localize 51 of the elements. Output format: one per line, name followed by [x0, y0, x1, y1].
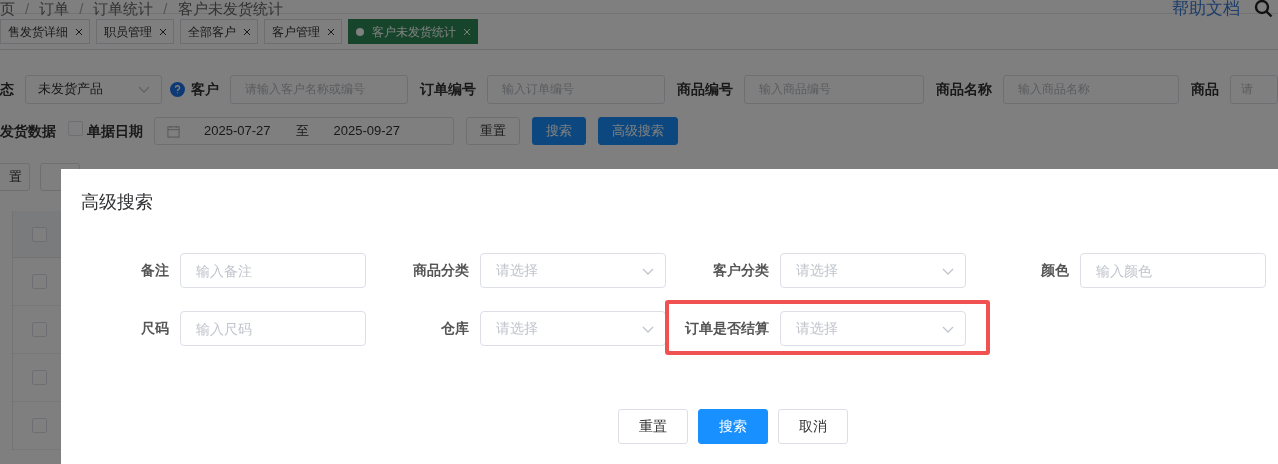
filter-label: 商品名称 — [936, 79, 992, 99]
search-icon[interactable] — [1254, 0, 1274, 19]
checkbox-label: 单据日期 — [87, 121, 143, 141]
field-label: 备注 — [140, 261, 169, 280]
secondary-button[interactable]: 重置 — [618, 409, 688, 444]
close-icon[interactable] — [244, 28, 250, 35]
page-tab[interactable]: 全部客户 — [180, 19, 258, 44]
breadcrumb-separator: / — [79, 0, 84, 19]
close-icon[interactable] — [76, 28, 82, 35]
help-icon[interactable] — [170, 81, 185, 97]
text-field[interactable]: 输入尺码 — [180, 311, 366, 346]
filter-label: 态 — [0, 79, 14, 99]
field-label: 商品分类 — [412, 261, 469, 280]
page-tab[interactable]: 客户未发货统计 — [348, 19, 478, 44]
toolbar-button[interactable]: 置 — [0, 163, 30, 191]
select-field[interactable]: 请选择 — [480, 311, 666, 346]
page-tab[interactable]: 客户管理 — [264, 19, 342, 44]
field-label: 仓库 — [440, 319, 469, 338]
field-label: 客户分类 — [712, 261, 769, 280]
breadcrumb-item[interactable]: 订单统计 — [93, 0, 154, 21]
select-field[interactable]: 请选择 — [780, 311, 966, 346]
text-field[interactable]: 输入备注 — [180, 253, 366, 288]
field-label: 颜色 — [1040, 261, 1069, 280]
date-range-field[interactable]: 2025-07-27 至 2025-09-27 — [154, 117, 454, 145]
page-tab[interactable]: 售发货详细 — [0, 19, 90, 44]
filter-label: 发货数据 — [0, 121, 56, 141]
text-field[interactable]: 输入颜色 — [1080, 253, 1266, 288]
field-label: 订单是否结算 — [683, 319, 769, 338]
primary-button[interactable]: 搜索 — [698, 409, 768, 444]
calendar-icon — [167, 124, 180, 138]
primary-button[interactable]: 高级搜索 — [598, 117, 678, 145]
filter-label: 商品 — [1191, 79, 1219, 99]
secondary-button[interactable]: 重置 — [466, 117, 520, 145]
page-tab[interactable]: 职员管理 — [96, 19, 174, 44]
filter-label: 客户 — [191, 79, 219, 99]
close-icon[interactable] — [328, 28, 334, 35]
breadcrumb-separator: / — [25, 0, 30, 19]
secondary-button[interactable]: 取消 — [778, 409, 848, 444]
breadcrumb-item[interactable]: 订单 — [39, 0, 70, 21]
field-label: 尺码 — [140, 319, 169, 338]
select-field[interactable]: 请选择 — [780, 253, 966, 288]
breadcrumb-separator: / — [163, 0, 168, 19]
help-link[interactable]: 帮助文档 — [1172, 0, 1240, 22]
select-field[interactable]: 请选择 — [480, 253, 666, 288]
dialog-title: 高级搜索 — [81, 191, 153, 214]
breadcrumb-item[interactable]: 客户未发货统计 — [177, 0, 283, 21]
status-select[interactable]: 未发货产品 — [25, 74, 162, 104]
filter-label: 商品编号 — [677, 79, 733, 99]
filter-label: 订单编号 — [420, 79, 476, 99]
close-icon[interactable] — [160, 28, 166, 35]
primary-button[interactable]: 搜索 — [532, 117, 586, 145]
